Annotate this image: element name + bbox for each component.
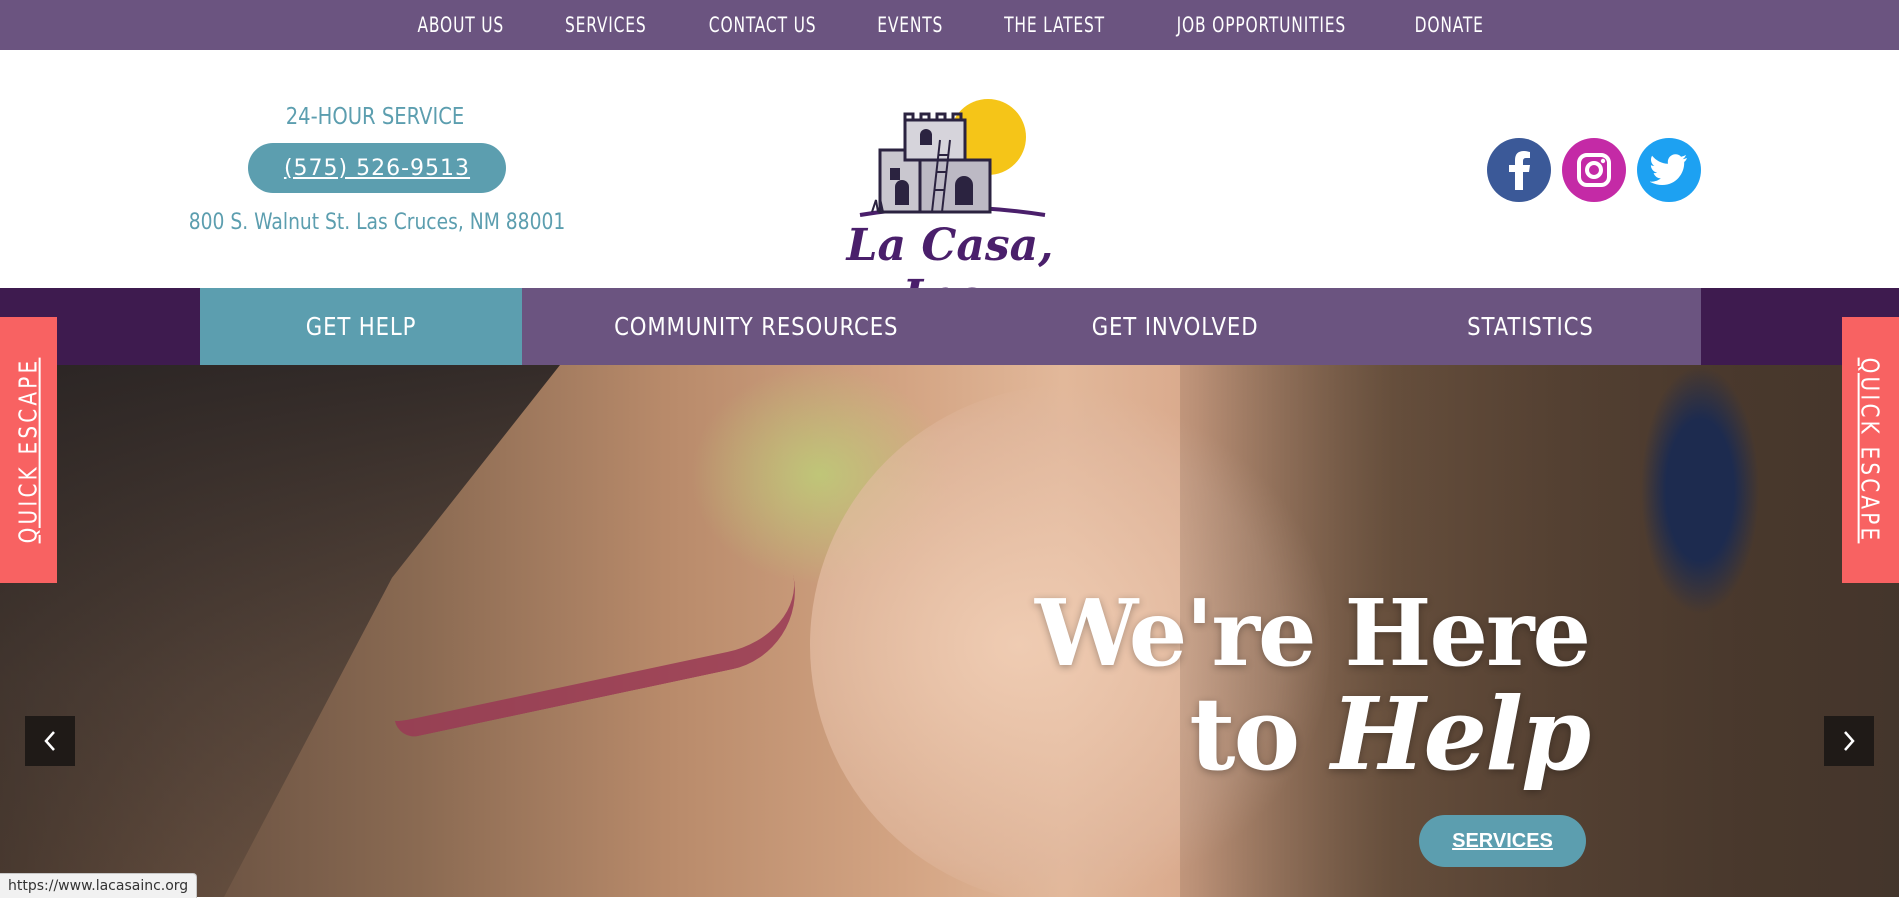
nav-community-resources[interactable]: COMMUNITY RESOURCES [522, 288, 990, 365]
nav-get-help[interactable]: GET HELP [200, 288, 522, 365]
nav-the-latest[interactable]: THE LATEST [987, 13, 1122, 37]
nav-donate[interactable]: DONATE [1397, 13, 1501, 37]
site-header: 24-HOUR SERVICE (575) 526-9513 800 S. Wa… [0, 50, 1899, 322]
nav-services[interactable]: SERVICES [547, 13, 663, 37]
quick-escape-left-button[interactable]: QUICK ESCAPE [0, 317, 57, 583]
hero-photo-bow [1640, 365, 1760, 615]
browser-status-url: https://www.lacasainc.org [0, 873, 198, 898]
facebook-icon[interactable] [1487, 138, 1551, 202]
nav-contact-us[interactable]: CONTACT US [692, 13, 834, 37]
twitter-icon[interactable] [1637, 138, 1701, 202]
headline-emphasis: Help [1330, 674, 1591, 793]
chevron-right-icon [1844, 731, 1855, 751]
slider-next-button[interactable] [1824, 716, 1874, 766]
hero-photo-glasses [370, 517, 810, 741]
hero-services-button[interactable]: SERVICES [1419, 815, 1586, 867]
nav-about-us[interactable]: ABOUT US [400, 13, 521, 37]
nav-job-opportunities[interactable]: JOB OPPORTUNITIES [1159, 13, 1363, 37]
hero-slider: We're Here to Help SERVICES [0, 365, 1899, 897]
nav-get-help-label: GET HELP [305, 312, 417, 341]
headline-line-2: to Help [1035, 681, 1591, 787]
quick-escape-right-button[interactable]: QUICK ESCAPE [1842, 317, 1899, 583]
main-navigation: GET HELP COMMUNITY RESOURCES GET INVOLVE… [0, 288, 1899, 365]
headline-to: to [1189, 674, 1300, 793]
phone-button[interactable]: (575) 526-9513 [248, 143, 506, 193]
main-navigation-bar: GET HELP COMMUNITY RESOURCES GET INVOLVE… [200, 288, 1701, 365]
slider-prev-button[interactable] [25, 716, 75, 766]
nav-get-involved-label: GET INVOLVED [1091, 312, 1259, 341]
nav-get-involved[interactable]: GET INVOLVED [990, 288, 1360, 365]
headline-line-1: We're Here [1034, 579, 1591, 687]
quick-escape-right-label: QUICK ESCAPE [1856, 357, 1885, 543]
nav-statistics-label: STATISTICS [1467, 312, 1594, 341]
nav-community-resources-label: COMMUNITY RESOURCES [613, 312, 899, 341]
quick-escape-left-label: QUICK ESCAPE [14, 357, 43, 543]
instagram-icon[interactable] [1562, 138, 1626, 202]
logo-house-icon [859, 99, 1046, 217]
service-label: 24-HOUR SERVICE [285, 104, 465, 130]
top-navigation: ABOUT US SERVICES CONTACT US EVENTS THE … [0, 0, 1899, 50]
nav-statistics[interactable]: STATISTICS [1360, 288, 1701, 365]
hero-headline: We're Here to Help [1034, 579, 1591, 787]
address-text: 800 S. Walnut St. Las Cruces, NM 88001 [188, 210, 566, 235]
chevron-left-icon [44, 731, 55, 751]
site-logo[interactable]: La Casa, Inc. [820, 80, 1080, 322]
nav-events[interactable]: EVENTS [860, 13, 960, 37]
